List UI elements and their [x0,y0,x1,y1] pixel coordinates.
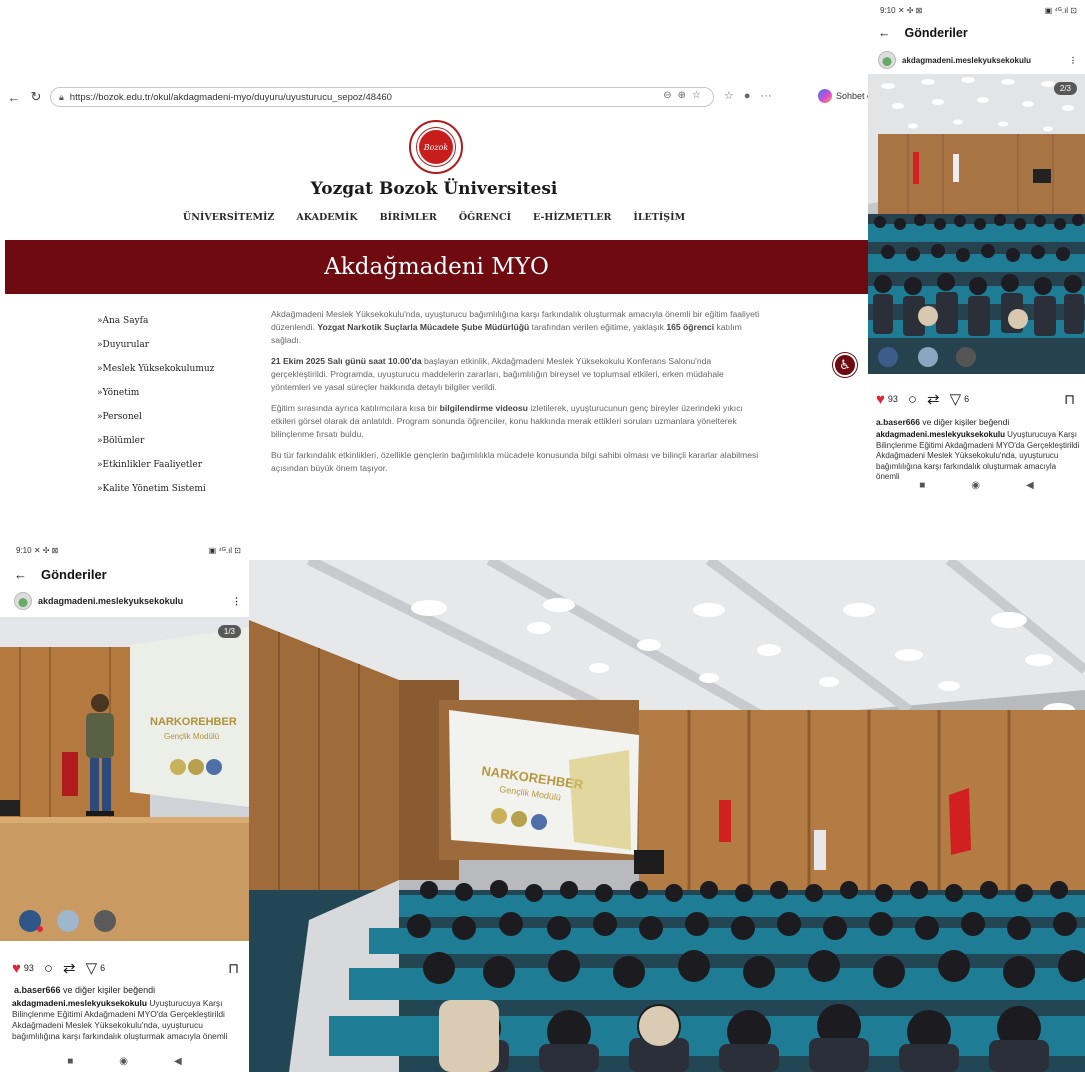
sidebar-item-personel[interactable]: »Personel [97,412,247,436]
university-logo[interactable]: Bozok [409,120,463,174]
instagram-post-right: 9:10 ✕ ✣ ⊠ ▣ ⁴ᴳ.ıl ⊡ ← Gönderiler akdagm… [868,0,1085,500]
speaker-photo: NARKOREHBER Gençlik Modülü [0,617,249,941]
home-icon[interactable]: ◉ [119,1056,128,1067]
post-header: ← Gönderiler [868,22,1085,44]
nav-birimler[interactable]: BİRİMLER [380,212,437,223]
sidebar-item-duyurular[interactable]: »Duyurular [97,340,247,364]
article-paragraph-3: Eğitim sırasında ayrıca katılımcılara kı… [271,403,743,439]
post-caption: akdagmadeni.meslekyuksekokulu Uyuşturucu… [12,998,228,1041]
browser-window: ← ↻ 🔒︎ https://bozok.edu.tr/okul/akdagma… [0,84,868,504]
status-bar: 9:10 ✕ ✣ ⊠ ▣ ⁴ᴳ.ıl ⊡ [16,545,241,555]
recents-icon[interactable]: ■ [919,480,925,491]
more-icon[interactable]: ··· [761,90,772,102]
url-text: https://bozok.edu.tr/okul/akdagmadeni-my… [69,91,392,103]
status-bar: 9:10 ✕ ✣ ⊠ ▣ ⁴ᴳ.ıl ⊡ [880,5,1077,15]
article-body: Akdağmadeni Meslek Yüksekokulu'nda, uyuş… [271,308,761,483]
post-actions: ♥ 93 ○ ⇄ ▽ 6 ⊓ [868,390,1085,409]
bookmark-icon[interactable]: ⊓ [228,960,239,977]
back-arrow-icon[interactable]: ← [878,26,891,40]
back-icon[interactable]: ← [6,90,22,105]
slide-counter: 1/3 [217,625,241,638]
favorites-bar-icon[interactable]: ☆ [724,89,734,102]
post-account[interactable]: akdagmadeni.meslekyuksekokulu ⋮ [868,50,1085,70]
bookmark-icon[interactable]: ⊓ [1064,391,1075,408]
toolbar-icons: ☆ ● ··· [724,89,772,103]
sidebar-item-meslek-yuksekokulumuz[interactable]: »Meslek Yüksekokulumuz [97,364,247,388]
post-account[interactable]: akdagmadeni.meslekyuksekokulu ⋮ [0,591,249,611]
like-count: 93 [887,394,898,404]
nav-akademik[interactable]: AKADEMİK [296,212,357,223]
url-field[interactable]: 🔒︎ https://bozok.edu.tr/okul/akdagmadeni… [50,87,714,107]
accessibility-icon[interactable]: ♿︎ [833,353,857,377]
auditorium-scene: NARKOREHBER Gençlik Modülü [249,560,1085,1072]
copilot-button[interactable]: Sohbet et [818,89,868,103]
nav-universitemiz[interactable]: ÜNİVERSİTEMİZ [183,212,274,223]
article-paragraph-1: Akdağmadeni Meslek Yüksekokulu'nda, uyuş… [271,309,760,345]
account-name[interactable]: akdagmadeni.meslekyuksekokulu [38,596,183,606]
send-icon[interactable]: ▽ [950,390,962,408]
back-arrow-icon[interactable]: ← [14,567,27,582]
sidebar-item-kalite[interactable]: »Kalite Yönetim Sistemi [97,484,247,504]
post-actions: ♥ 93 ○ ⇄ ▽ 6 ⊓ [0,959,249,978]
repost-icon[interactable]: ⇄ [63,959,76,977]
share-count: 6 [100,963,106,973]
page-banner: Akdağmadeni MYO [5,240,868,294]
url-action-icons: ⊖⊕☆ [663,90,707,101]
copilot-label: Sohbet et [836,91,868,101]
send-icon[interactable]: ▽ [86,959,98,977]
system-nav-bar: ■ ◉ ◀ [0,1056,249,1067]
refresh-icon[interactable]: ↻ [28,89,44,105]
slide-subtitle: Gençlik Modülü [164,732,219,741]
back-nav-icon[interactable]: ◀ [174,1056,182,1067]
liked-by[interactable]: a.baser666 ve diğer kişiler beğendi [876,417,1081,427]
page-title: Gönderiler [41,566,107,582]
recents-icon[interactable]: ■ [67,1056,73,1067]
banner-title: Akdağmadeni MYO [324,254,549,280]
sidebar-item-etkinlikler[interactable]: »Etkinlikler Faaliyetler [97,460,247,484]
avatar[interactable] [14,592,32,610]
side-nav: »Ana Sayfa »Duyurular »Meslek Yüksekokul… [97,316,247,504]
home-icon[interactable]: ◉ [971,480,980,491]
nav-iletisim[interactable]: İLETİŞİM [633,212,685,223]
article-paragraph-4: Bu tür farkındalık etkinlikleri, özellik… [271,450,759,473]
university-title[interactable]: Yozgat Bozok Üniversitesi [0,179,868,199]
auditorium-photo: NARKOREHBER Gençlik Modülü [249,560,1085,1072]
system-nav-bar: ■ ◉ ◀ [868,480,1085,491]
heart-icon[interactable]: ♥ [876,391,885,408]
comment-icon[interactable]: ○ [44,960,53,977]
sidebar-item-yonetim[interactable]: »Yönetim [97,388,247,412]
profile-icon[interactable]: ● [744,90,751,102]
auditorium-photo-small [868,74,1085,374]
slide-title: NARKOREHBER [150,716,237,728]
post-photo[interactable]: NARKOREHBER Gençlik Modülü 1/3 [0,617,249,941]
comment-icon[interactable]: ○ [908,391,917,408]
account-name[interactable]: akdagmadeni.meslekyuksekokulu [902,56,1031,65]
sidebar-item-ana-sayfa[interactable]: »Ana Sayfa [97,316,247,340]
instagram-post-left: 9:10 ✕ ✣ ⊠ ▣ ⁴ᴳ.ıl ⊡ ← Gönderiler akdagm… [0,540,249,1072]
more-options-icon[interactable]: ⋮ [232,596,241,607]
more-options-icon[interactable]: ⋮ [1069,56,1077,65]
post-header: ← Gönderiler [0,562,249,586]
avatar[interactable] [878,51,896,69]
liked-by[interactable]: a.baser666 ve diğer kişiler beğendi [14,985,245,995]
nav-ogrenci[interactable]: ÖĞRENCİ [459,212,511,223]
post-photo[interactable]: 2/3 [868,74,1085,374]
post-caption: akdagmadeni.meslekyuksekokulu Uyuşturucu… [876,430,1080,481]
copilot-icon [818,89,832,103]
nav-e-hizmetler[interactable]: E-HİZMETLER [533,212,611,223]
heart-icon[interactable]: ♥ [12,960,21,977]
share-count: 6 [964,394,970,404]
article-paragraph-2: 21 Ekim 2025 Salı günü saat 10.00'da baş… [271,356,724,392]
main-nav: ÜNİVERSİTEMİZ AKADEMİK BİRİMLER ÖĞRENCİ … [0,212,868,223]
like-count: 93 [23,963,34,973]
repost-icon[interactable]: ⇄ [927,390,940,408]
page-title: Gönderiler [904,26,968,40]
sidebar-item-bolumler[interactable]: »Bölümler [97,436,247,460]
slide-counter: 2/3 [1053,82,1077,95]
back-nav-icon[interactable]: ◀ [1026,480,1034,491]
lock-icon: 🔒︎ [59,91,64,102]
